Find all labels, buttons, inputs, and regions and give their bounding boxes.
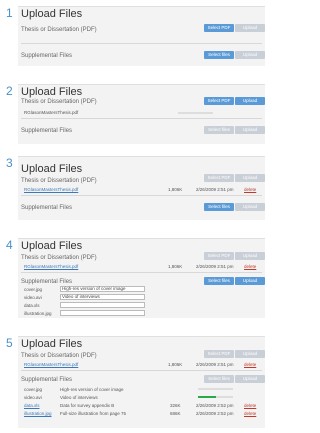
supp-delete-link[interactable]: delete <box>244 411 256 416</box>
panel-title: Upload Files <box>21 338 83 350</box>
upload-button[interactable]: Upload <box>235 126 265 134</box>
step-number: 1 <box>6 6 13 20</box>
supp-file-size: 686K <box>170 411 181 416</box>
select-files-button[interactable]: Select files <box>204 203 234 211</box>
thesis-file-size: 1,806K <box>168 362 183 367</box>
thesis-file-date: 2/26/2009 2:51 pm <box>196 187 234 192</box>
select-files-button[interactable]: Select files <box>204 375 234 383</box>
upload-button[interactable]: Upload <box>235 375 265 383</box>
upload-panel: Upload Files Thesis or Dissertation (PDF… <box>18 84 265 144</box>
supp-file-description-input[interactable] <box>60 302 145 308</box>
panel-title: Upload Files <box>21 86 83 98</box>
thesis-section-label: Thesis or Dissertation (PDF) <box>21 99 97 105</box>
step-number: 5 <box>6 336 13 350</box>
thesis-delete-link[interactable]: delete <box>244 264 256 269</box>
supp-file-name: cover.jpg <box>24 287 43 292</box>
thesis-file-date: 2/26/2009 2:51 pm <box>196 362 234 367</box>
upload-button[interactable]: Upload <box>235 24 265 32</box>
divider <box>21 118 262 119</box>
supplemental-section-label: Supplemental Files <box>21 279 73 285</box>
supp-file-name: video.avi <box>24 295 42 300</box>
select-files-button[interactable]: Select files <box>204 126 234 134</box>
step-number: 2 <box>6 84 13 98</box>
supp-file-description: Data for survey appendix B <box>60 403 115 408</box>
supp-file-description-input[interactable]: High-res version of cover image <box>60 286 145 292</box>
panel-title: Upload Files <box>21 8 83 20</box>
upload-panel: Upload Files Select PDF Upload Thesis or… <box>18 336 265 428</box>
step-number: 3 <box>6 156 13 170</box>
supp-file-date: 2/26/2009 2:52 pm <box>196 411 234 416</box>
upload-progress-bar <box>198 388 233 390</box>
divider <box>21 43 262 44</box>
supp-file-name: cover.jpg <box>24 387 43 392</box>
supp-file-name: video.avi <box>24 395 42 400</box>
upload-button[interactable]: Upload <box>235 350 265 358</box>
divider <box>21 370 262 371</box>
supp-file-description-input[interactable] <box>60 310 145 316</box>
supp-file-link[interactable]: data.xls <box>24 403 40 408</box>
upload-button[interactable]: Upload <box>235 277 265 285</box>
supplemental-section-label: Supplemental Files <box>21 53 73 59</box>
thesis-file-size: 1,806K <box>168 187 183 192</box>
thesis-file-size: 1,806K <box>168 264 183 269</box>
upload-panel: Upload Files Thesis or Dissertation (PDF… <box>18 6 265 66</box>
supp-file-description: High-res version of cover image <box>60 387 124 392</box>
thesis-section-label: Thesis or Dissertation (PDF) <box>21 178 97 184</box>
upload-button[interactable]: Upload <box>235 174 265 182</box>
divider <box>21 195 262 196</box>
supplemental-section-label: Supplemental Files <box>21 205 73 211</box>
upload-progress-fill <box>198 396 216 398</box>
upload-button[interactable]: Upload <box>235 203 265 211</box>
supp-file-description: Video of interviews <box>60 395 98 400</box>
upload-button[interactable]: Upload <box>235 252 265 260</box>
thesis-section-label: Thesis or Dissertation (PDF) <box>21 27 97 33</box>
supplemental-section-label: Supplemental Files <box>21 377 73 383</box>
select-pdf-button[interactable]: Select PDF <box>204 252 234 260</box>
step-1: 1 Upload Files Thesis or Dissertation (P… <box>0 6 269 66</box>
step-number: 4 <box>6 238 13 252</box>
supp-file-description: Full-size illustration from page 75 <box>60 411 127 416</box>
thesis-file-date: 2/26/2009 2:51 pm <box>196 264 234 269</box>
supp-delete-link[interactable]: delete <box>244 403 256 408</box>
upload-progress-bar <box>178 112 213 114</box>
select-pdf-button[interactable]: Select PDF <box>204 97 234 105</box>
select-files-button[interactable]: Select files <box>204 277 234 285</box>
step-4: 4 Upload Files Select PDF Upload Thesis … <box>0 238 269 318</box>
supp-file-description-input[interactable]: Video of interviews <box>60 294 145 300</box>
upload-button[interactable]: Upload <box>235 51 265 59</box>
step-2: 2 Upload Files Thesis or Dissertation (P… <box>0 84 269 144</box>
supp-file-date: 2/26/2009 2:52 pm <box>196 403 234 408</box>
thesis-file-link[interactable]: RGlasonMastersThesis.pdf <box>24 187 78 192</box>
panel-title: Upload Files <box>21 240 83 252</box>
thesis-delete-link[interactable]: delete <box>244 362 256 367</box>
thesis-file-link[interactable]: RGlasonMastersThesis.pdf <box>24 362 78 367</box>
supp-file-name: illustration.jpg <box>24 311 52 316</box>
supp-file-name: data.xls <box>24 303 40 308</box>
step-3: 3 Upload Files Select PDF Upload Thesis … <box>0 156 269 220</box>
select-pdf-button[interactable]: Select PDF <box>204 24 234 32</box>
panel-title: Upload Files <box>21 163 83 175</box>
upload-panel: Upload Files Select PDF Upload Thesis or… <box>18 156 265 220</box>
thesis-section-label: Thesis or Dissertation (PDF) <box>21 255 97 261</box>
supp-file-link[interactable]: illustration.jpg <box>24 411 52 416</box>
select-pdf-button[interactable]: Select PDF <box>204 350 234 358</box>
thesis-delete-link[interactable]: delete <box>244 187 256 192</box>
upload-button[interactable]: Upload <box>235 97 265 105</box>
thesis-filename: RGlasonMastersThesis.pdf <box>24 110 79 115</box>
upload-panel: Upload Files Select PDF Upload Thesis or… <box>18 238 265 318</box>
thesis-file-link[interactable]: RGlasonMastersThesis.pdf <box>24 264 78 269</box>
select-pdf-button[interactable]: Select PDF <box>204 174 234 182</box>
select-files-button[interactable]: Select files <box>204 51 234 59</box>
supp-file-size: 326K <box>170 403 181 408</box>
thesis-section-label: Thesis or Dissertation (PDF) <box>21 353 97 359</box>
supplemental-section-label: Supplemental Files <box>21 128 73 134</box>
step-5: 5 Upload Files Select PDF Upload Thesis … <box>0 336 269 428</box>
divider <box>21 272 262 273</box>
